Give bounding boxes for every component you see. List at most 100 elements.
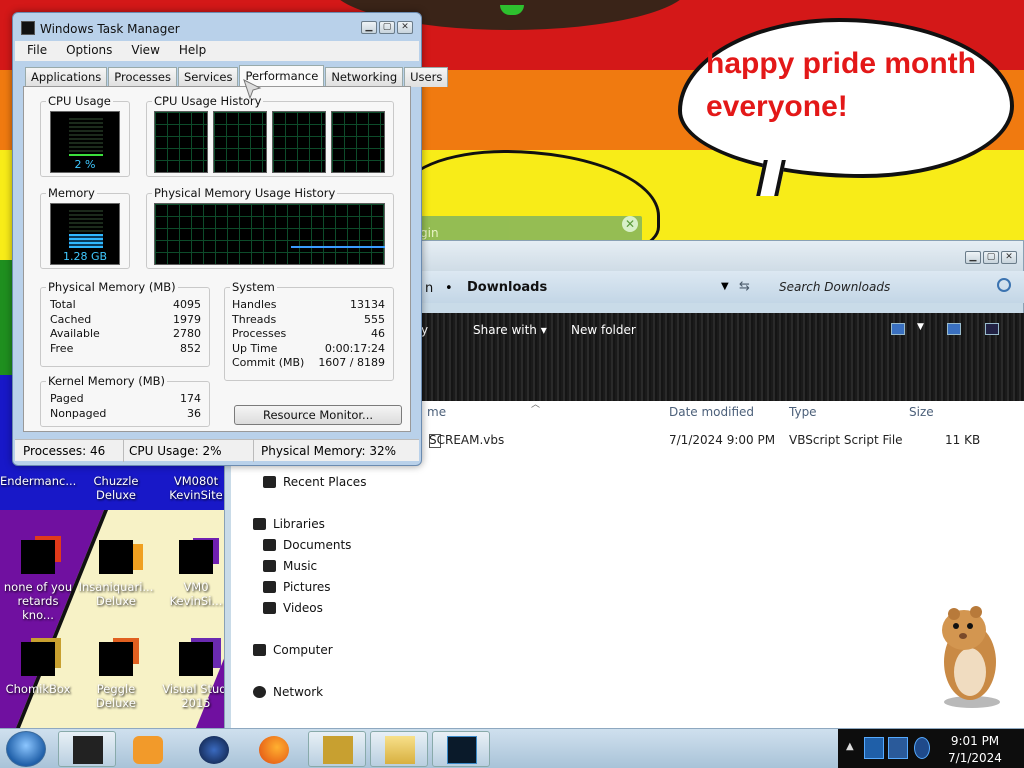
memory-value: 1.28 GB	[62, 250, 108, 263]
nav-recent-places[interactable]: Recent Places	[263, 475, 366, 489]
stat-label: Paged	[50, 392, 84, 405]
chevron-down-icon[interactable]: ▼	[917, 322, 924, 332]
status-divider	[123, 440, 124, 462]
nav-documents[interactable]: Documents	[263, 538, 351, 552]
desktop-icon-peggle[interactable]: Peggle Deluxe	[78, 642, 154, 710]
taskbar-button-browser[interactable]	[184, 731, 242, 767]
stat-label: Cached	[50, 313, 92, 326]
cpu-usage-value: 2 %	[74, 158, 96, 171]
stat-label: Handles	[232, 298, 277, 311]
stat-label: Available	[50, 327, 100, 340]
nav-label: Computer	[273, 643, 333, 657]
desktop-icon-none-of-you[interactable]: none of you retards kno...	[0, 540, 76, 622]
redacted-icon	[21, 540, 55, 574]
desktop-icon-vm0[interactable]: VM0 KevinSi...	[158, 540, 234, 608]
desktop-icon-label-2: KevinSite	[169, 488, 223, 502]
breadcrumb-parent[interactable]: n	[425, 281, 433, 296]
nav-videos[interactable]: Videos	[263, 601, 323, 615]
memory-label: Memory	[46, 186, 97, 200]
column-header-date[interactable]: Date modified	[669, 405, 754, 419]
toolbar-organize-partial[interactable]: y	[421, 323, 428, 337]
view-options-icon[interactable]	[891, 323, 905, 335]
desktop-icon-vm080t[interactable]: VM080t KevinSite	[158, 474, 234, 502]
firefox-icon	[259, 736, 289, 764]
new-folder-button[interactable]: New folder	[571, 323, 636, 337]
desktop-icon-label: none of you	[3, 580, 73, 594]
resource-monitor-button[interactable]: Resource Monitor...	[234, 405, 402, 425]
breadcrumb-separator-icon: •	[445, 281, 453, 296]
task-manager-titlebar[interactable]: Windows Task Manager	[21, 21, 180, 36]
tab-networking[interactable]: Networking	[325, 67, 404, 87]
desktop-icon-insaniquarium[interactable]: Insaniquari... Deluxe	[78, 540, 154, 608]
status-divider	[253, 440, 254, 462]
tab-services[interactable]: Services	[177, 67, 239, 87]
breadcrumb-current[interactable]: Downloads	[467, 280, 547, 295]
menu-options[interactable]: Options	[54, 41, 119, 61]
nav-pictures[interactable]: Pictures	[263, 580, 331, 594]
preview-pane-icon[interactable]	[947, 323, 961, 335]
performance-panel: CPU Usage 2 % CPU Usage History Memory 1…	[23, 86, 411, 432]
network-tray-icon[interactable]	[864, 737, 884, 759]
taskbar-button-explorer[interactable]	[370, 731, 428, 767]
status-processes: Processes: 46	[23, 444, 106, 458]
taskbar-button-monitor[interactable]	[432, 731, 490, 767]
stat-value: 13134	[350, 298, 385, 311]
column-header-size[interactable]: Size	[909, 405, 934, 419]
close-button[interactable]: ✕	[1001, 251, 1017, 264]
desktop-icon-endermanch[interactable]: Endermanc...	[0, 474, 76, 488]
cpu-core-graph	[331, 111, 385, 173]
desktop-icon-label-2: Deluxe	[96, 594, 136, 608]
desktop-icon-label-2: retards kno...	[17, 594, 59, 622]
action-center-icon[interactable]	[888, 737, 908, 759]
share-with-button[interactable]: Share with ▾	[473, 323, 547, 337]
show-hidden-icons-icon[interactable]: ▲	[846, 741, 854, 752]
search-icon[interactable]	[997, 278, 1011, 292]
taskbar-button-firefox[interactable]	[244, 731, 302, 767]
start-button[interactable]	[6, 731, 46, 767]
menu-file[interactable]: File	[15, 41, 54, 61]
nav-computer[interactable]: Computer	[253, 643, 333, 657]
column-header-type[interactable]: Type	[789, 405, 817, 419]
clock-time[interactable]: 9:01 PM	[938, 734, 1012, 748]
search-box[interactable]: Search Downloads	[765, 275, 1013, 299]
tab-applications[interactable]: Applications	[25, 67, 108, 87]
task-manager-window[interactable]: Windows Task Manager ▁ ▢ ✕ File Options …	[12, 12, 449, 466]
volume-icon[interactable]	[914, 737, 930, 759]
nav-network[interactable]: Network	[253, 685, 324, 699]
file-name: SCREAM.vbs	[429, 433, 505, 447]
stat-value: 555	[364, 313, 385, 326]
nav-label: Network	[273, 685, 324, 699]
nav-music[interactable]: Music	[263, 559, 317, 573]
taskbar-button-media-player[interactable]	[118, 731, 176, 767]
cpu-usage-meter: 2 %	[50, 111, 120, 173]
desktop-icon-label: Peggle Deluxe	[96, 682, 136, 710]
stat-value: 174	[180, 392, 201, 405]
folder-icon	[385, 736, 415, 764]
minimize-button[interactable]: ▁	[361, 21, 377, 34]
clock-date[interactable]: 7/1/2024	[938, 751, 1012, 765]
column-header-name[interactable]: me	[427, 405, 446, 419]
desktop-icon-chuzzle[interactable]: Chuzzle Deluxe	[78, 474, 154, 502]
stat-label: Processes	[232, 327, 287, 340]
menu-help[interactable]: Help	[167, 41, 213, 61]
stat-value: 2780	[173, 327, 201, 340]
refresh-icon[interactable]: ⇆	[739, 279, 750, 294]
chevron-down-icon[interactable]: ▼	[721, 281, 729, 292]
memory-history-line	[291, 246, 385, 248]
maximize-button[interactable]: ▢	[983, 251, 999, 264]
taskbar-button-task-manager[interactable]	[58, 731, 116, 767]
maximize-button[interactable]: ▢	[379, 21, 395, 34]
task-manager-icon	[21, 21, 35, 35]
close-button[interactable]: ✕	[397, 21, 413, 34]
menu-view[interactable]: View	[119, 41, 166, 61]
nav-libraries[interactable]: Libraries	[253, 517, 325, 531]
minimize-button[interactable]: ▁	[965, 251, 981, 264]
desktop-icon-chomikbox[interactable]: ChomikBox	[0, 642, 76, 696]
taskbar: ▲ 9:01 PM 7/1/2024	[0, 728, 1024, 768]
desktop-icon-visual-studio[interactable]: Visual Studi 2015	[158, 642, 234, 710]
tab-users[interactable]: Users	[404, 67, 449, 87]
taskbar-button-chomikbox[interactable]	[308, 731, 366, 767]
close-icon[interactable]: ✕	[622, 216, 638, 232]
tab-processes[interactable]: Processes	[108, 67, 177, 87]
help-icon[interactable]	[985, 323, 999, 335]
